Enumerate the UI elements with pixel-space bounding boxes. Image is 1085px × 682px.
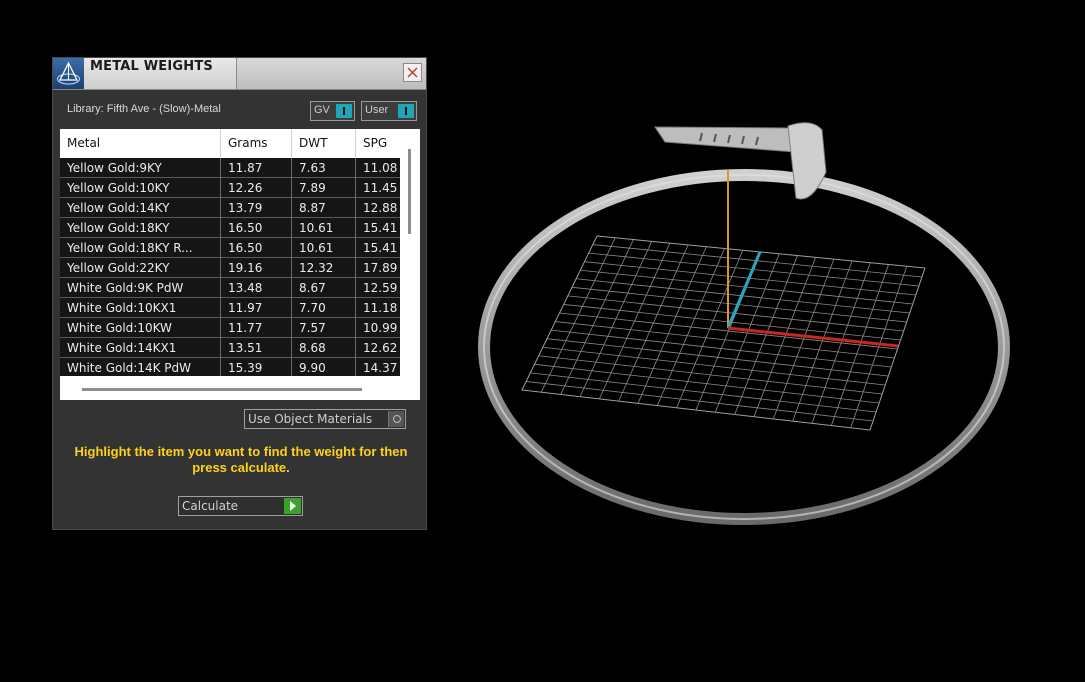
cell-metal: White Gold:10KX1 [60, 298, 221, 318]
cell-metal: Yellow Gold:14KY [60, 198, 221, 218]
cell-grams: 16.50 [221, 238, 292, 258]
column-header-spg[interactable]: SPG [356, 129, 400, 158]
panel-titlebar[interactable]: METAL WEIGHTS [53, 58, 426, 90]
cell-metal: Yellow Gold:18KY [60, 218, 221, 238]
cell-dwt: 10.61 [292, 218, 356, 238]
gv-toggle[interactable]: GV [310, 101, 355, 121]
panel-title: METAL WEIGHTS [90, 59, 213, 74]
z-axis-line [726, 251, 762, 329]
cell-dwt: 7.57 [292, 318, 356, 338]
cell-dwt: 12.32 [292, 258, 356, 278]
cell-metal: Yellow Gold:22KY [60, 258, 221, 278]
table-header: Metal Grams DWT SPG [60, 129, 400, 158]
column-header-grams[interactable]: Grams [221, 129, 292, 158]
cell-spg: 12.62 [363, 341, 398, 355]
cell-grams: 15.39 [221, 358, 292, 376]
cell-dwt: 7.63 [292, 158, 356, 178]
table-row[interactable]: White Gold:10KW 11.77 7.57 10.99 [60, 318, 400, 338]
table-row[interactable]: Yellow Gold:10KY 12.26 7.89 11.45 [60, 178, 400, 198]
table-row[interactable]: White Gold:10KX1 11.97 7.70 11.18 [60, 298, 400, 318]
horizontal-scrollbar[interactable] [82, 388, 362, 391]
cell-grams: 19.16 [221, 258, 292, 278]
close-icon [407, 67, 418, 78]
table-body: Yellow Gold:9KY 11.87 7.63 11.08 Yellow … [60, 158, 400, 376]
3d-viewport[interactable] [440, 60, 1080, 560]
play-arrow-icon [284, 498, 301, 514]
cell-dwt: 8.67 [292, 278, 356, 298]
cell-metal: Yellow Gold:18KY R... [60, 238, 221, 258]
cell-spg: 17.89 [363, 261, 398, 275]
toggle-switch-icon [398, 104, 414, 118]
table-row[interactable]: Yellow Gold:22KY 19.16 12.32 17.89 [60, 258, 400, 278]
cell-spg: 11.18 [363, 301, 398, 315]
cell-spg: 11.08 [363, 161, 398, 175]
table-row[interactable]: Yellow Gold:18KY R... 16.50 10.61 15.41 [60, 238, 400, 258]
cell-grams: 11.97 [221, 298, 292, 318]
user-toggle[interactable]: User [361, 101, 417, 121]
nail-head[interactable] [654, 122, 827, 200]
cell-grams: 13.48 [221, 278, 292, 298]
cell-metal: White Gold:10KW [60, 318, 221, 338]
cell-grams: 13.79 [221, 198, 292, 218]
column-header-dwt[interactable]: DWT [292, 129, 356, 158]
vertical-scrollbar[interactable] [408, 149, 411, 234]
table-row[interactable]: Yellow Gold:18KY 16.50 10.61 15.41 [60, 218, 400, 238]
cell-dwt: 8.87 [292, 198, 356, 218]
cell-spg: 10.99 [363, 321, 398, 335]
cell-spg: 15.41 [363, 241, 398, 255]
cell-spg: 14.37 [363, 361, 398, 375]
metal-weights-panel: METAL WEIGHTS Library: Fifth Ave - (Slow… [52, 57, 427, 530]
cell-dwt: 8.68 [292, 338, 356, 358]
ring-band[interactable] [478, 169, 1010, 525]
pyramid-logo-icon [53, 58, 84, 89]
use-object-materials-dropdown[interactable]: Use Object Materials [244, 409, 406, 429]
table-row[interactable]: White Gold:9K PdW 13.48 8.67 12.59 [60, 278, 400, 298]
title-tab: METAL WEIGHTS [84, 58, 237, 89]
dropdown-circle-icon [388, 411, 404, 427]
use-object-materials-label: Use Object Materials [248, 412, 373, 426]
cell-spg: 15.41 [363, 221, 398, 235]
table-row[interactable]: White Gold:14K PdW 15.39 9.90 14.37 [60, 358, 400, 376]
cell-grams: 11.87 [221, 158, 292, 178]
library-label: Library: Fifth Ave - (Slow)-Metal [67, 103, 221, 115]
cell-grams: 11.77 [221, 318, 292, 338]
metal-table: Metal Grams DWT SPG Yellow Gold:9KY 11.8… [60, 129, 420, 400]
grid-plane [521, 235, 926, 431]
cell-dwt: 7.89 [292, 178, 356, 198]
cell-metal: Yellow Gold:10KY [60, 178, 221, 198]
cell-grams: 13.51 [221, 338, 292, 358]
cell-dwt: 7.70 [292, 298, 356, 318]
table-row[interactable]: White Gold:14KX1 13.51 8.68 12.62 [60, 338, 400, 358]
toggle-switch-icon [336, 104, 352, 118]
cell-grams: 16.50 [221, 218, 292, 238]
close-button[interactable] [403, 63, 422, 82]
cell-metal: White Gold:14KX1 [60, 338, 221, 358]
cell-metal: Yellow Gold:9KY [60, 158, 221, 178]
user-toggle-label: User [365, 104, 389, 116]
cell-spg: 12.88 [363, 201, 398, 215]
table-row[interactable]: Yellow Gold:9KY 11.87 7.63 11.08 [60, 158, 400, 178]
cell-metal: White Gold:9K PdW [60, 278, 221, 298]
cell-dwt: 9.90 [292, 358, 356, 376]
calculate-label: Calculate [182, 499, 239, 513]
column-header-metal[interactable]: Metal [60, 129, 221, 158]
cell-grams: 12.26 [221, 178, 292, 198]
cell-dwt: 10.61 [292, 238, 356, 258]
gv-toggle-label: GV [314, 104, 330, 116]
cell-spg: 11.45 [363, 181, 398, 195]
calculate-button[interactable]: Calculate [178, 496, 303, 516]
table-row[interactable]: Yellow Gold:14KY 13.79 8.87 12.88 [60, 198, 400, 218]
cell-spg: 12.59 [363, 281, 398, 295]
cell-metal: White Gold:14K PdW [60, 358, 221, 376]
instruction-text: Highlight the item you want to find the … [74, 444, 408, 475]
